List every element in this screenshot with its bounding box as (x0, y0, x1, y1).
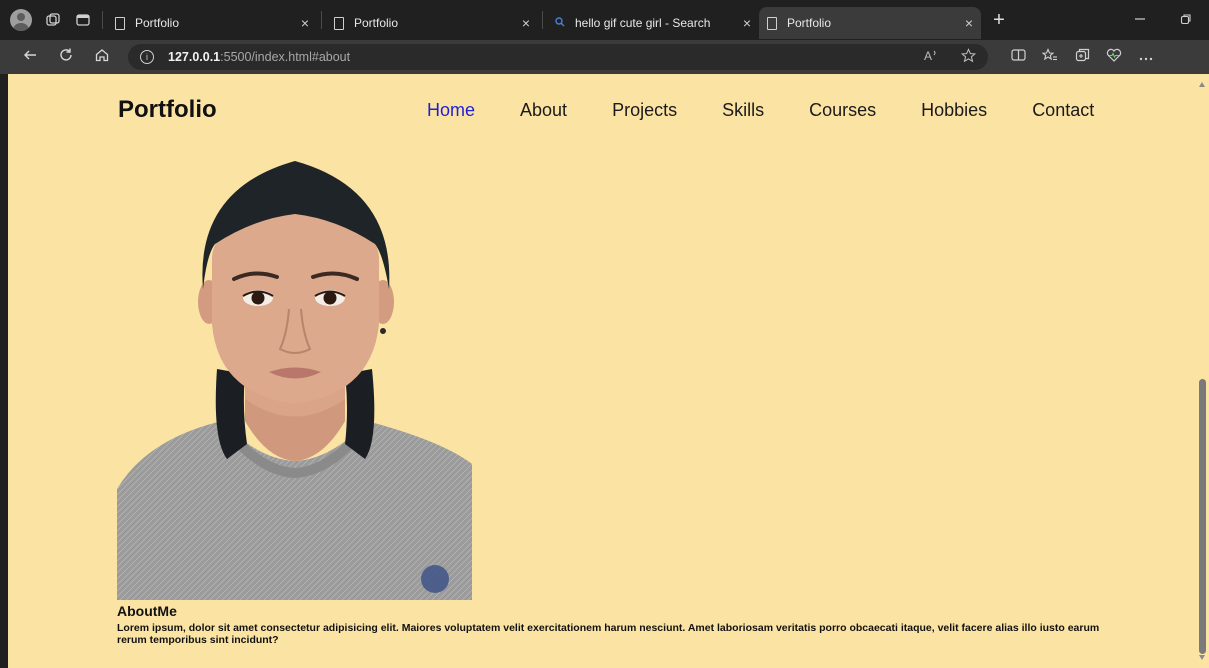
nav-courses[interactable]: Courses (809, 100, 876, 121)
window-controls (1117, 13, 1209, 28)
tab-strip: Portfolio × Portfolio × hello gif cute g… (0, 0, 1209, 40)
tab-separator (102, 11, 103, 29)
nav-skills[interactable]: Skills (722, 100, 764, 121)
page-scrollbar[interactable] (1196, 74, 1209, 668)
about-heading: AboutMe (117, 603, 177, 619)
new-tab-button[interactable]: + (987, 9, 1011, 32)
tab-label: Portfolio (354, 16, 399, 30)
page-icon (767, 16, 777, 30)
refresh-icon[interactable] (48, 47, 84, 68)
tab-label: Portfolio (787, 16, 832, 30)
tab-actions-icon[interactable] (68, 5, 98, 35)
heart-pulse-icon[interactable] (1098, 48, 1130, 66)
url-path: :5500/index.html#about (220, 50, 351, 64)
scroll-down-arrow-icon[interactable] (1199, 655, 1205, 660)
url-host: 127.0.0.1 (168, 50, 221, 64)
browser-window: Portfolio × Portfolio × hello gif cute g… (0, 0, 1209, 668)
nav-about[interactable]: About (520, 100, 567, 121)
workspaces-icon[interactable] (38, 5, 68, 35)
home-icon[interactable] (84, 47, 120, 68)
svg-text:A: A (924, 49, 932, 62)
tab-separator (542, 11, 543, 29)
about-paragraph: Lorem ipsum, dolor sit amet consectetur … (117, 622, 1100, 646)
search-icon (555, 16, 565, 30)
minimize-icon[interactable] (1117, 13, 1163, 28)
favorites-icon[interactable] (1034, 48, 1066, 66)
tab-portfolio-active[interactable]: Portfolio × (759, 7, 981, 39)
site-info-icon[interactable]: i (140, 50, 154, 64)
tab-label: hello gif cute girl - Search (575, 16, 711, 30)
nav-projects[interactable]: Projects (612, 100, 677, 121)
close-icon[interactable]: × (743, 15, 751, 31)
nav-hobbies[interactable]: Hobbies (921, 100, 987, 121)
collections-icon[interactable] (1066, 48, 1098, 66)
nav-home[interactable]: Home (427, 100, 475, 121)
address-toolbar: i 127.0.0.1:5500/index.html#about A (0, 40, 1209, 74)
site-logo[interactable]: Portfolio (118, 96, 217, 124)
browser-tools (1002, 48, 1162, 66)
tab-separator (321, 11, 322, 29)
restore-icon[interactable] (1163, 13, 1209, 28)
close-icon[interactable]: × (522, 15, 530, 31)
page-icon (115, 16, 125, 30)
profile-avatar[interactable] (10, 9, 32, 31)
tab-search[interactable]: hello gif cute girl - Search × (547, 7, 759, 39)
main-nav: Home About Projects Skills Courses Hobbi… (427, 100, 1139, 121)
page-viewport: Portfolio Home About Projects Skills Cou… (8, 74, 1196, 668)
more-options-icon[interactable] (1130, 48, 1162, 66)
read-aloud-icon[interactable]: A (923, 48, 939, 66)
close-icon[interactable]: × (301, 15, 309, 31)
site-header: Portfolio Home About Projects Skills Cou… (8, 74, 1196, 144)
scrollbar-thumb[interactable] (1199, 379, 1206, 654)
tab-portfolio-2[interactable]: Portfolio × (326, 7, 538, 39)
split-screen-icon[interactable] (1002, 48, 1034, 66)
favorite-star-icon[interactable] (960, 48, 977, 66)
profile-photo (117, 159, 472, 600)
back-icon[interactable] (12, 47, 48, 68)
address-actions: A (923, 48, 977, 66)
tab-label: Portfolio (135, 16, 180, 30)
close-icon[interactable]: × (965, 15, 973, 31)
scroll-up-arrow-icon[interactable] (1199, 82, 1205, 87)
page-icon (334, 16, 344, 30)
address-bar[interactable]: i 127.0.0.1:5500/index.html#about A (128, 44, 988, 70)
tab-portfolio-1[interactable]: Portfolio × (107, 7, 317, 39)
nav-contact[interactable]: Contact (1032, 100, 1094, 121)
